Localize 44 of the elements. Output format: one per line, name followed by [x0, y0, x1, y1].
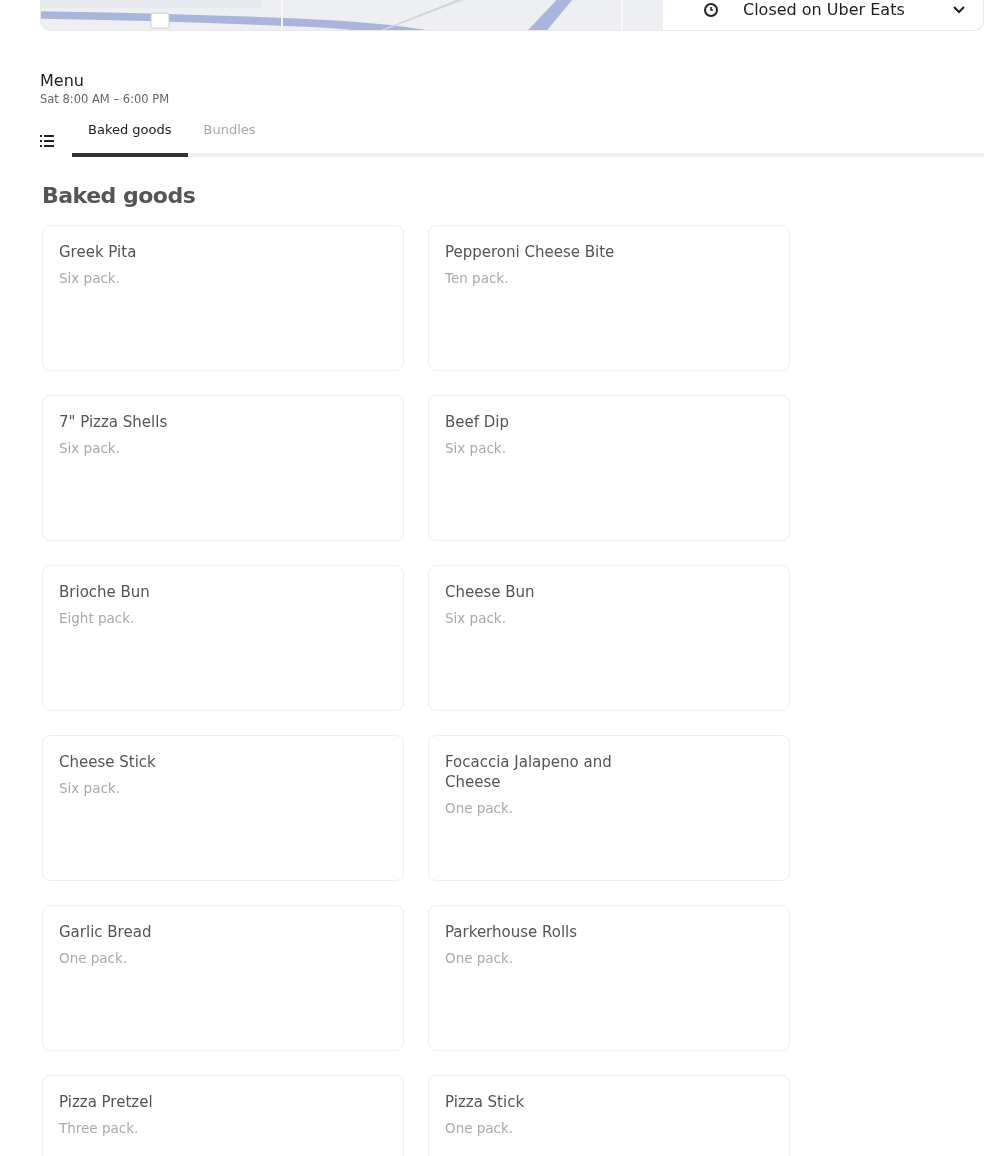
- clock-icon: [703, 2, 719, 18]
- menu-item-card[interactable]: Garlic Bread One pack.: [42, 905, 404, 1051]
- menu-item-card[interactable]: Pizza Stick One pack.: [428, 1075, 790, 1156]
- section-heading: Baked goods: [42, 183, 197, 208]
- list-icon[interactable]: [40, 135, 54, 147]
- item-name: Garlic Bread: [59, 922, 153, 942]
- menu-item-card[interactable]: Parkerhouse Rolls One pack.: [428, 905, 790, 1051]
- category-tab[interactable]: Baked goods: [72, 112, 188, 157]
- item-description: Ten pack.: [445, 270, 510, 286]
- item-description: Three pack.: [59, 1120, 140, 1136]
- item-description: One pack.: [445, 1120, 515, 1136]
- item-name: Cheese Stick: [59, 752, 157, 772]
- item-description: Eight pack.: [59, 610, 136, 626]
- menu-title: Menu: [40, 71, 85, 91]
- menu-item-card[interactable]: Pepperoni Cheese Bite Ten pack.: [428, 225, 790, 371]
- chevron-down-icon: [953, 6, 965, 14]
- item-name: Brioche Bun: [59, 582, 151, 602]
- menu-item-card[interactable]: Greek Pita Six pack.: [42, 225, 404, 371]
- item-description: One pack.: [59, 950, 129, 966]
- item-description: One pack.: [445, 950, 515, 966]
- item-name: Pepperoni Cheese Bite: [445, 242, 616, 262]
- item-name: Greek Pita: [59, 242, 138, 262]
- menu-item-card[interactable]: Pizza Pretzel Three pack.: [42, 1075, 404, 1156]
- item-name: 7" Pizza Shells: [59, 412, 169, 432]
- item-description: One pack.: [445, 800, 515, 816]
- item-description: Six pack.: [59, 270, 121, 286]
- item-name: Pizza Pretzel: [59, 1092, 154, 1112]
- menu-item-card[interactable]: Cheese Bun Six pack.: [428, 565, 790, 711]
- menu-item-card[interactable]: Focaccia Jalapeno and Cheese One pack.: [428, 735, 790, 881]
- menu-hours: Sat 8:00 AM – 6:00 PM: [40, 92, 171, 106]
- menu-item-card[interactable]: Cheese Stick Six pack.: [42, 735, 404, 881]
- item-name: Parkerhouse Rolls: [445, 922, 579, 942]
- store-status-dropdown[interactable]: Closed on Uber Eats: [663, 0, 983, 30]
- item-name: Focaccia Jalapeno and Cheese: [445, 752, 613, 792]
- item-name: Pizza Stick: [445, 1092, 526, 1112]
- item-description: Six pack.: [59, 780, 121, 796]
- item-name: Cheese Bun: [445, 582, 536, 602]
- item-description: Six pack.: [445, 440, 507, 456]
- menu-item-card[interactable]: 7" Pizza Shells Six pack.: [42, 395, 404, 541]
- menu-item-card[interactable]: Brioche Bun Eight pack.: [42, 565, 404, 711]
- item-description: Six pack.: [445, 610, 507, 626]
- item-description: Six pack.: [59, 440, 121, 456]
- item-name: Beef Dip: [445, 412, 511, 432]
- menu-item-card[interactable]: Beef Dip Six pack.: [428, 395, 790, 541]
